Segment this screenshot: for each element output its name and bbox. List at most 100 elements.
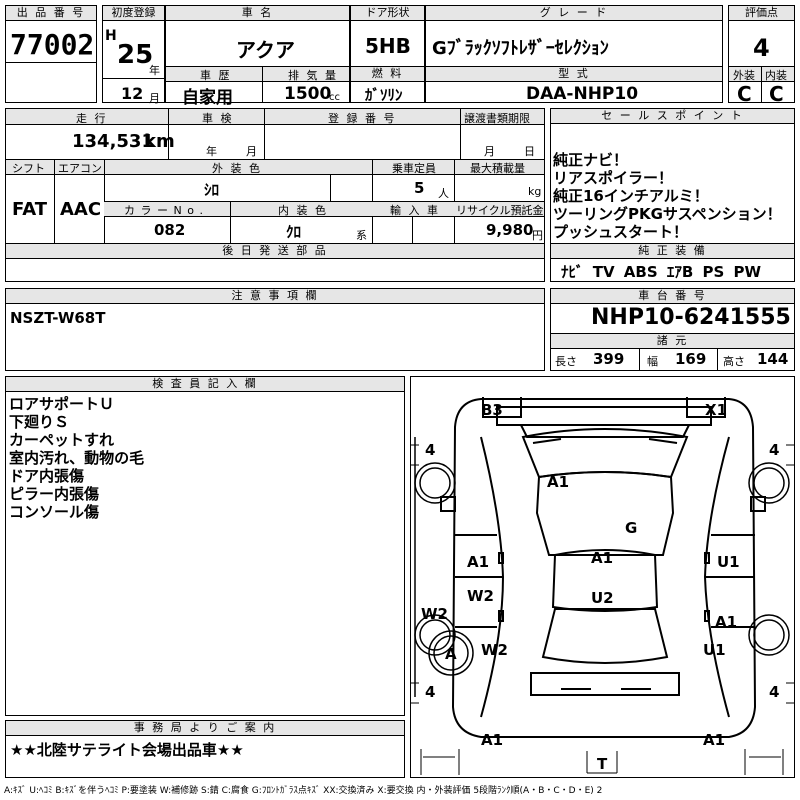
sales-point: ツーリングPKGサスペンション！ <box>553 205 782 223</box>
car-body-outline <box>411 397 794 775</box>
color-no-value: 082 <box>154 221 186 239</box>
sales-points-box: セ ー ル ス ポ イ ン ト 純正ナビ！ リアスポイラー！ 純正16インチアル… <box>550 108 795 282</box>
inspector-note: 室内汚れ、動物の毛 <box>9 449 145 467</box>
model-header: 型 式 <box>426 66 722 82</box>
car-name-header: 車 名 <box>166 6 349 21</box>
first-registration-box: 初度登録 H 25 年 12 月 <box>102 5 165 105</box>
lot-number-value: 77002 <box>10 28 95 61</box>
damage-T: T <box>597 755 608 773</box>
cc-unit: cc <box>329 92 340 103</box>
width-value: 169 <box>675 350 707 368</box>
damage-U2: U2 <box>591 589 614 607</box>
int-color-value: ｸﾛ <box>286 223 302 241</box>
yen-unit: 円 <box>532 229 543 242</box>
ext-grade-header: 外装 <box>733 69 755 82</box>
damage-G: G <box>625 519 638 537</box>
height-value: 144 <box>757 350 789 368</box>
history-header: 車 歴 <box>200 69 232 82</box>
shift-value: FAT <box>12 199 48 220</box>
tread-front-left: 4 <box>425 441 436 459</box>
later-parts-header: 後 日 発 送 部 品 <box>6 243 544 259</box>
reg-no-header: 登 録 番 号 <box>328 112 397 125</box>
tread-rear-right: 4 <box>769 683 780 701</box>
damage-W2-left-wheel: W2 <box>421 605 448 623</box>
dims-header: 諸 元 <box>551 333 794 349</box>
chassis-value: NHP10-6241555 <box>591 305 791 330</box>
chassis-box: 車 台 番 号 NHP10-6241555 諸 元 長さ 399 幅 169 高… <box>550 288 795 371</box>
mileage-header: 走 行 <box>76 112 108 125</box>
inspector-notes-list: ロアサポートＵ 下廻りＳ カーペットすれ 室内汚れ、動物の毛 ドア内張傷 ピラー… <box>9 395 144 521</box>
capacity-value: 5 <box>414 179 425 197</box>
grade-box: グ レ ー ド Gﾌﾞﾗｯｸｿﾌﾄﾚｻﾞｰｾﾚｸｼｮﾝ 型 式 DAA-NHP1… <box>425 5 723 104</box>
height-label: 高さ <box>723 355 745 368</box>
sales-point: リアスポイラー！ <box>553 169 674 187</box>
inspector-note: 下廻りＳ <box>9 413 70 431</box>
displacement-value: 1500 <box>284 84 332 104</box>
sales-point: 純正ナビ！ <box>553 151 629 169</box>
inspector-note: ピラー内張傷 <box>9 485 100 503</box>
car-diagram: B3 X1 A1 G A1 A1 U1 W2 U2 W2 A1 A W2 U1 … <box>410 376 795 778</box>
car-name-value: アクア <box>236 38 295 62</box>
int-grade-header: 内装 <box>765 69 787 82</box>
door-value: 5HB <box>365 34 411 58</box>
damage-A-spare: A <box>445 645 457 663</box>
first-registration-header: 初度登録 <box>103 6 164 21</box>
grade-header: グ レ ー ド <box>426 6 722 21</box>
displacement-header: 排 気 量 <box>288 69 338 82</box>
int-color-header: 内 装 色 <box>278 204 328 217</box>
lot-number-header: 出 品 番 号 <box>6 6 96 21</box>
year-unit: 年 <box>149 64 160 77</box>
sales-point: 純正16インチアルミ！ <box>553 187 709 205</box>
damage-W2-left-rear: W2 <box>481 641 508 659</box>
door-header: ドア形状 <box>351 6 424 21</box>
transfer-month-unit: 月 <box>484 145 495 158</box>
office-box: 事 務 局 よ り ご 案 内 ★★北陸サテライト会場出品車★★ <box>5 720 405 778</box>
registration-year: 25 <box>117 40 154 70</box>
notes-header: 注 意 事 項 欄 <box>6 289 544 304</box>
length-label: 長さ <box>555 355 577 368</box>
import-header: 輸 入 車 <box>390 204 440 217</box>
notes-value: NSZT-W68T <box>10 309 106 327</box>
month-unit: 月 <box>149 92 160 105</box>
km-unit: km <box>144 131 175 152</box>
inspection-header: 車 検 <box>202 112 234 125</box>
width-label: 幅 <box>647 355 658 368</box>
grade-value: Gﾌﾞﾗｯｸｿﾌﾄﾚｻﾞｰｾﾚｸｼｮﾝ <box>432 38 609 59</box>
era-letter: H <box>105 28 117 44</box>
inspection-year-unit: 年 <box>206 145 217 158</box>
spec-table: 走 行 車 検 登 録 番 号 譲渡書類期限 134,531 km 年 月 月 … <box>5 108 545 282</box>
door-box: ドア形状 5HB 燃 料 ｶﾞｿﾘﾝ <box>350 5 425 104</box>
damage-A1-roof: A1 <box>547 473 570 491</box>
color-no-header: カ ラ ー N o . <box>124 204 204 217</box>
inspector-note: ロアサポートＵ <box>9 395 115 413</box>
damage-U1-right-front: U1 <box>717 553 740 571</box>
person-unit: 人 <box>438 187 449 200</box>
fuel-value: ｶﾞｿﾘﾝ <box>365 86 403 104</box>
max-load-header: 最大積載量 <box>470 162 525 175</box>
inspector-note: コンソール傷 <box>9 503 100 521</box>
office-header: 事 務 局 よ り ご 案 内 <box>6 721 404 736</box>
office-value: ★★北陸サテライト会場出品車★★ <box>10 741 244 759</box>
fuel-header: 燃 料 <box>351 66 424 82</box>
kei-unit: 系 <box>356 229 367 242</box>
damage-A1-center: A1 <box>591 549 614 567</box>
lot-number-box: 出 品 番 号 77002 <box>5 5 97 103</box>
ac-value: AAC <box>60 199 102 220</box>
equipment-header: 純 正 装 備 <box>551 243 794 259</box>
ext-grade-value: C <box>737 82 752 106</box>
length-value: 399 <box>593 350 625 368</box>
tread-rear-left: 4 <box>425 683 436 701</box>
inspection-month-unit: 月 <box>246 145 257 158</box>
score-box: 評価点 4 外装 内装 C C <box>728 5 795 106</box>
registration-month: 12 <box>121 84 144 103</box>
recycle-header: リサイクル預託金 <box>456 204 544 217</box>
history-value: 自家用 <box>182 88 233 108</box>
model-value: DAA-NHP10 <box>526 84 639 104</box>
shift-header: シフト <box>12 162 45 175</box>
tread-front-right: 4 <box>769 441 780 459</box>
capacity-header: 乗車定員 <box>392 162 436 175</box>
transfer-day-unit: 日 <box>524 145 535 158</box>
damage-A1-bottom-right: A1 <box>703 731 726 749</box>
int-grade-value: C <box>769 82 784 106</box>
notes-box: 注 意 事 項 欄 NSZT-W68T <box>5 288 545 371</box>
